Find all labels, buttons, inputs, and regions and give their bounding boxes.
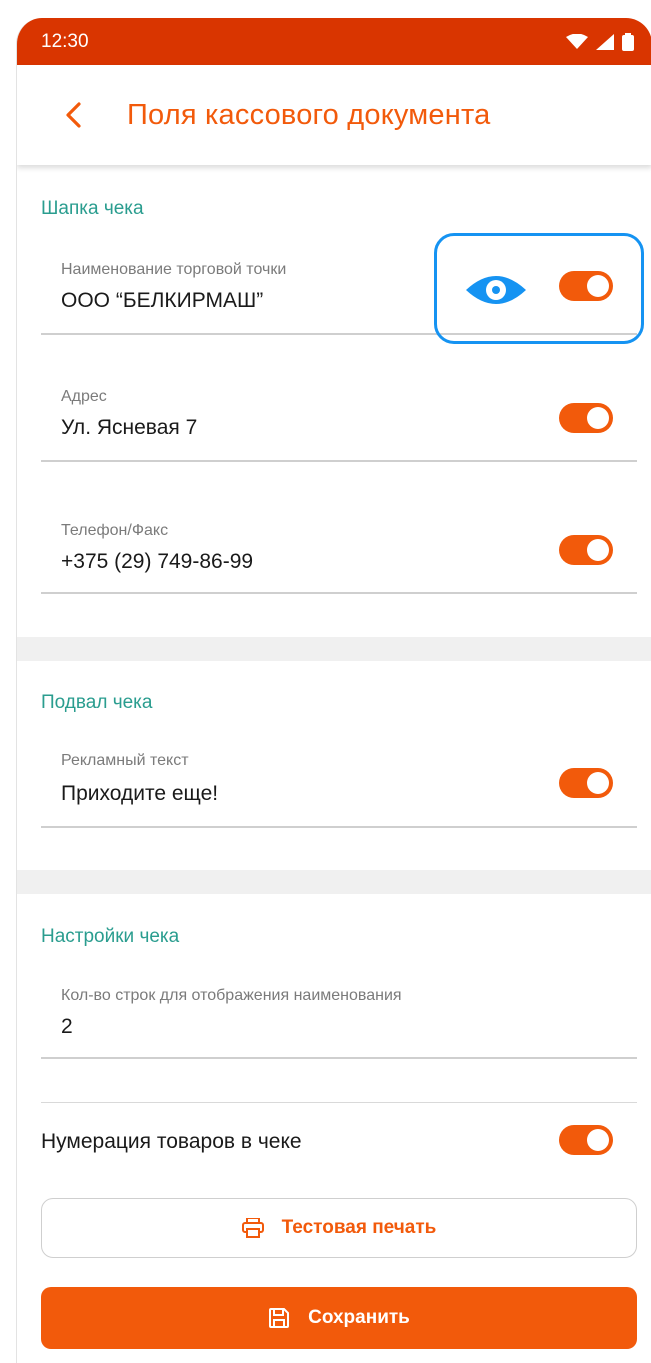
eye-icon[interactable]	[464, 270, 528, 310]
field-value: +375 (29) 749-86-99	[61, 550, 254, 573]
section-title-settings: Настройки чека	[41, 926, 180, 947]
numbering-label: Нумерация товаров в чеке	[41, 1130, 302, 1153]
field-promo-text[interactable]: Рекламный текст Приходите еще!	[41, 740, 637, 828]
field-value: Ул. Ясневая 7	[61, 416, 198, 439]
page-title: Поля кассового документа	[127, 98, 491, 131]
save-icon	[269, 1308, 290, 1328]
field-label: Наименование торговой точки	[61, 261, 287, 278]
signal-icon	[596, 33, 614, 50]
toggle-address[interactable]	[559, 403, 613, 433]
field-label: Кол-во строк для отображения наименовани…	[61, 987, 402, 1004]
app-bar: Поля кассового документа	[17, 65, 651, 165]
back-arrow-icon[interactable]	[49, 101, 99, 129]
field-label: Рекламный текст	[61, 752, 189, 769]
test-print-button[interactable]: Тестовая печать	[41, 1198, 637, 1258]
status-icons	[566, 32, 634, 51]
section-divider	[17, 870, 651, 894]
field-address[interactable]: Адрес Ул. Ясневая 7	[41, 380, 637, 462]
printer-icon	[241, 1218, 264, 1238]
save-label: Сохранить	[308, 1307, 410, 1328]
section-title-footer: Подвал чека	[41, 692, 153, 713]
save-button[interactable]: Сохранить	[41, 1287, 637, 1349]
toggle-numbering[interactable]	[559, 1125, 613, 1155]
toggle-store-name[interactable]	[559, 271, 613, 301]
toggle-phone[interactable]	[559, 535, 613, 565]
field-name-lines[interactable]: Кол-во строк для отображения наименовани…	[41, 975, 637, 1059]
field-label: Адрес	[61, 388, 107, 405]
scroll-fade	[17, 1158, 651, 1188]
battery-icon	[622, 32, 634, 51]
section-title-header: Шапка чека	[41, 198, 144, 219]
field-value: ООО “БЕЛКИРМАШ”	[61, 289, 264, 312]
field-label: Телефон/Факс	[61, 522, 169, 539]
toggle-promo-text[interactable]	[559, 768, 613, 798]
test-print-label: Тестовая печать	[281, 1217, 437, 1238]
field-phone[interactable]: Телефон/Факс +375 (29) 749-86-99	[41, 510, 637, 594]
field-value: 2	[61, 1015, 73, 1038]
section-divider	[17, 637, 651, 661]
wifi-icon	[566, 33, 588, 49]
status-time: 12:30	[41, 30, 89, 52]
status-bar: 12:30	[17, 18, 651, 65]
field-value: Приходите еще!	[61, 782, 219, 805]
device-screen: 12:30 Поля кассового документа Шапка чек…	[16, 18, 651, 1363]
